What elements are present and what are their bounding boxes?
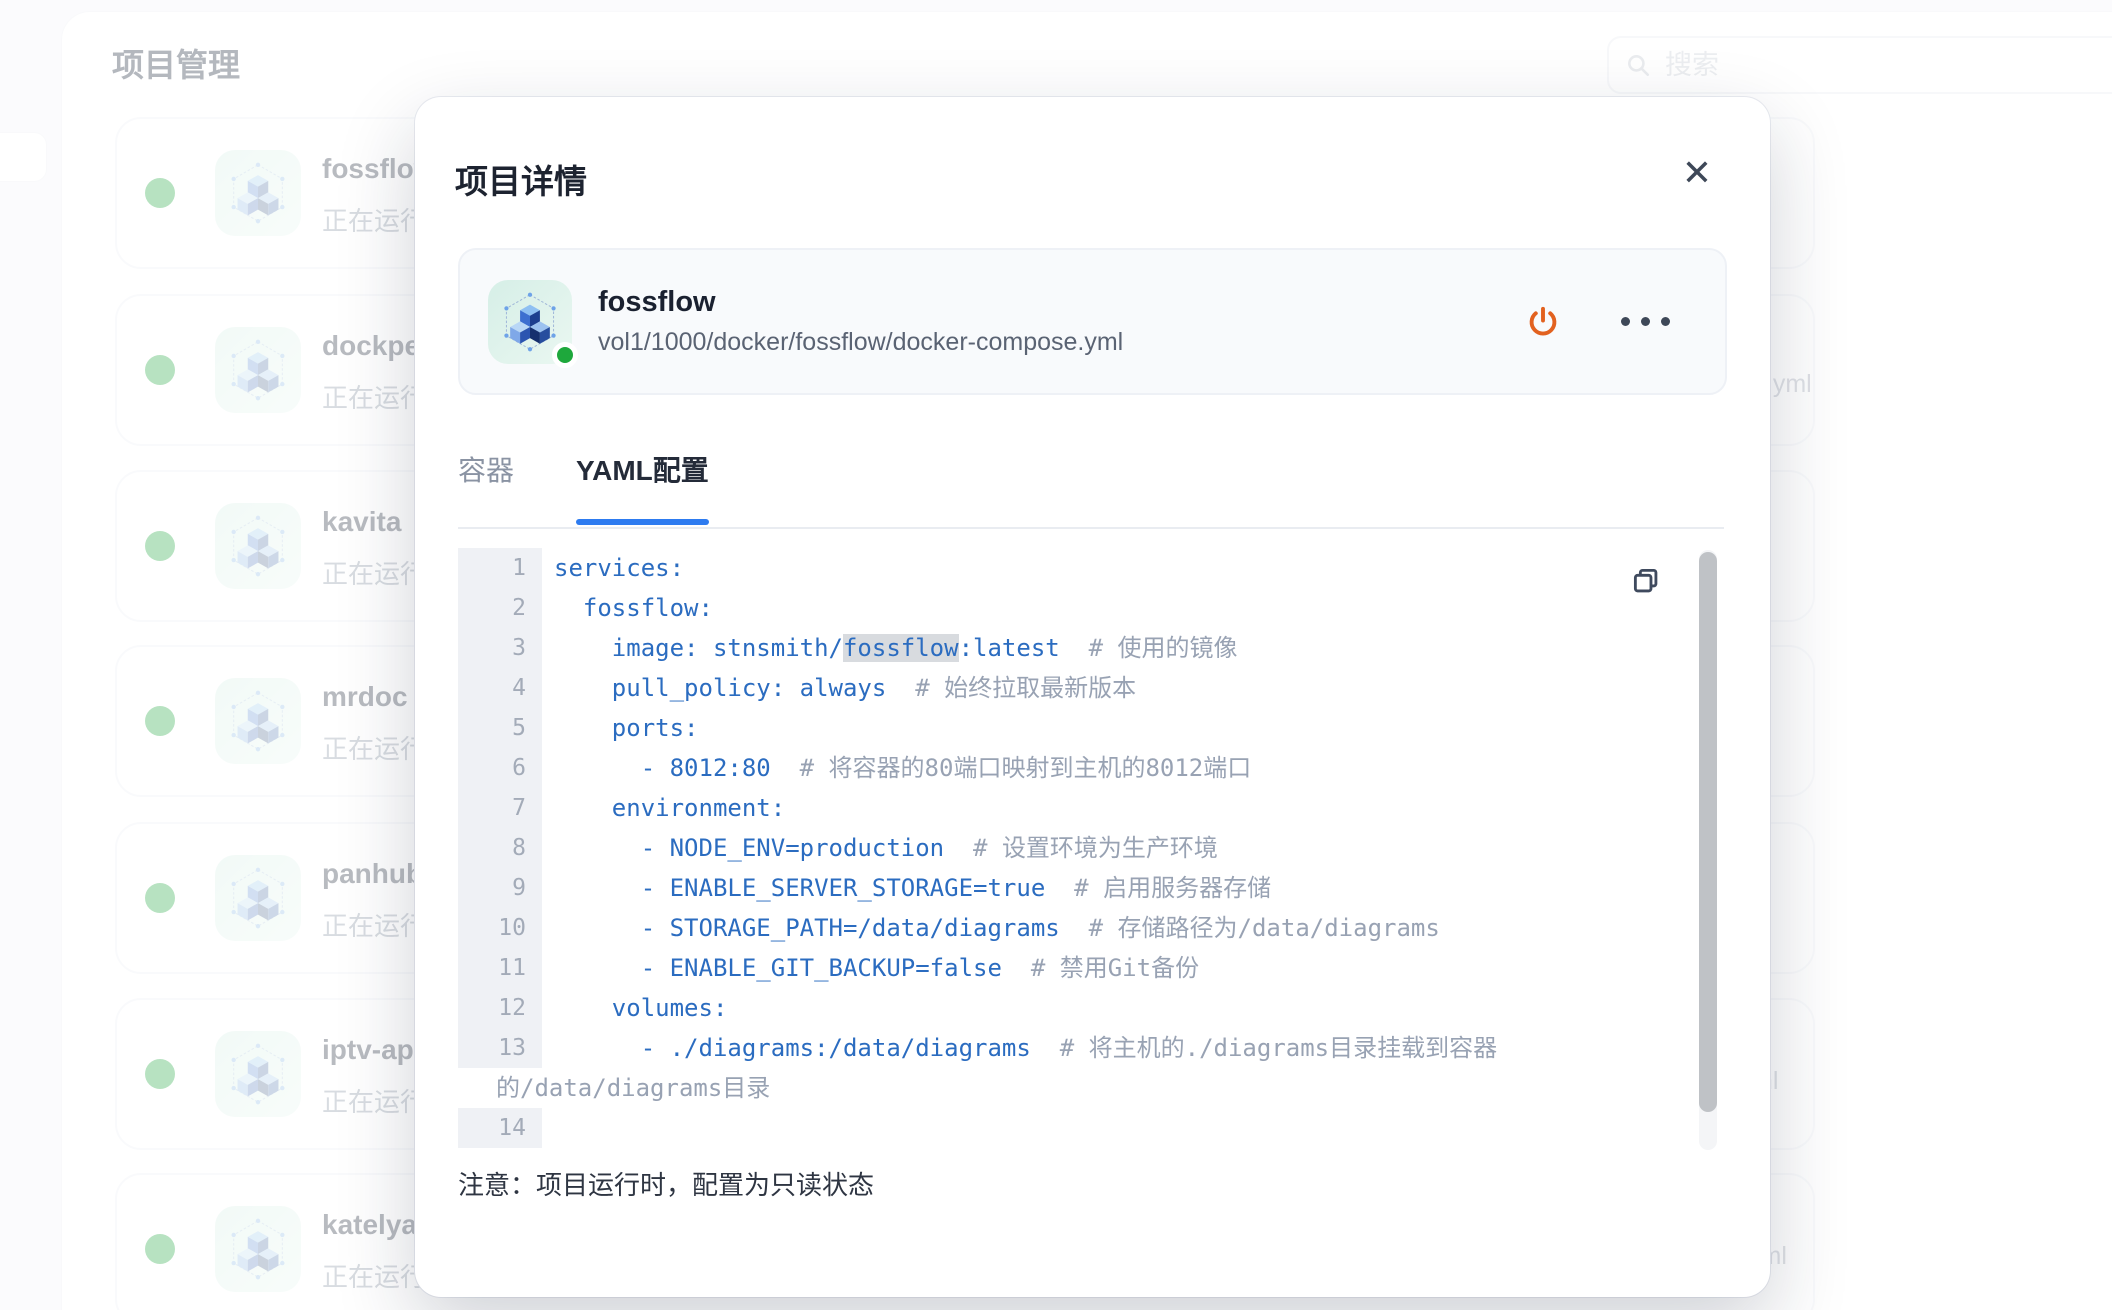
yaml-editor: 1services:2 fossflow:3 image: stnsmith/f… <box>458 548 1724 1152</box>
line-number: 12 <box>458 988 542 1028</box>
detail-tabs: 容器 YAML配置 <box>458 449 709 525</box>
more-options-button[interactable] <box>1623 300 1667 344</box>
code-line: 8 - NODE_ENV=production # 设置环境为生产环境 <box>458 828 1724 868</box>
ellipsis-icon <box>1621 317 1670 326</box>
project-app-icon <box>488 280 572 364</box>
code-line: 1services: <box>458 548 1724 588</box>
line-content: - ENABLE_GIT_BACKUP=false # 禁用Git备份 <box>542 948 1199 988</box>
line-content: environment: <box>542 788 785 828</box>
line-number: 1 <box>458 548 542 588</box>
code-line-wrap: 的/data/diagrams目录 <box>458 1068 1724 1108</box>
project-summary-card: fossflow vol1/1000/docker/fossflow/docke… <box>458 248 1727 395</box>
line-content: services: <box>542 548 684 588</box>
line-number: 4 <box>458 668 542 708</box>
code-line: 10 - STORAGE_PATH=/data/diagrams # 存储路径为… <box>458 908 1724 948</box>
app-screen: 项目管理 fossflow正在运行dockpeek正在运行kavita正在运行m… <box>0 0 2112 1310</box>
line-number: 13 <box>458 1028 542 1068</box>
line-content: - NODE_ENV=production # 设置环境为生产环境 <box>542 828 1218 868</box>
code-line: 5 ports: <box>458 708 1724 748</box>
code-line: 13 - ./diagrams:/data/diagrams # 将主机的./d… <box>458 1028 1724 1068</box>
code-line: 9 - ENABLE_SERVER_STORAGE=true # 启用服务器存储 <box>458 868 1724 908</box>
close-icon[interactable]: ✕ <box>1673 149 1721 197</box>
line-content: - ./diagrams:/data/diagrams # 将主机的./diag… <box>542 1028 1497 1068</box>
line-number: 9 <box>458 868 542 908</box>
tab-divider <box>458 527 1724 529</box>
running-status-dot <box>552 342 578 368</box>
line-content: pull_policy: always # 始终拉取最新版本 <box>542 668 1136 708</box>
line-content: - STORAGE_PATH=/data/diagrams # 存储路径为/da… <box>542 908 1440 948</box>
line-number: 11 <box>458 948 542 988</box>
copy-icon <box>1629 564 1663 598</box>
line-content: - 8012:80 # 将容器的80端口映射到主机的8012端口 <box>542 748 1251 788</box>
tab-yaml-config[interactable]: YAML配置 <box>576 449 709 525</box>
line-content: - ENABLE_SERVER_STORAGE=true # 启用服务器存储 <box>542 868 1271 908</box>
line-number: 2 <box>458 588 542 628</box>
power-button[interactable] <box>1521 300 1565 344</box>
code-line: 14 <box>458 1108 1724 1148</box>
editor-scrollbar-thumb[interactable] <box>1699 552 1717 1112</box>
line-number: 14 <box>458 1108 542 1148</box>
line-number: 8 <box>458 828 542 868</box>
power-icon <box>1525 304 1561 340</box>
code-line: 11 - ENABLE_GIT_BACKUP=false # 禁用Git备份 <box>458 948 1724 988</box>
code-line: 12 volumes: <box>458 988 1724 1028</box>
project-summary-text: fossflow vol1/1000/docker/fossflow/docke… <box>598 286 1123 357</box>
readonly-note: 注意：项目运行时，配置为只读状态 <box>458 1165 874 1202</box>
project-compose-path: vol1/1000/docker/fossflow/docker-compose… <box>598 328 1123 357</box>
line-content: image: stnsmith/fossflow:latest # 使用的镜像 <box>542 628 1238 668</box>
project-name: fossflow <box>598 286 1123 319</box>
line-content <box>542 1108 554 1148</box>
project-actions <box>1521 300 1667 344</box>
tab-containers[interactable]: 容器 <box>458 449 514 525</box>
code-line: 4 pull_policy: always # 始终拉取最新版本 <box>458 668 1724 708</box>
project-details-modal: 项目详情 ✕ fossflow vol1/1000/docker/fossflo… <box>415 97 1770 1297</box>
code-line: 7 environment: <box>458 788 1724 828</box>
code-line: 3 image: stnsmith/fossflow:latest # 使用的镜… <box>458 628 1724 668</box>
line-number: 3 <box>458 628 542 668</box>
modal-title: 项目详情 <box>455 155 587 203</box>
line-content: volumes: <box>542 988 727 1028</box>
line-number: 5 <box>458 708 542 748</box>
copy-button[interactable] <box>1626 562 1666 602</box>
line-content: fossflow: <box>542 588 713 628</box>
line-number: 7 <box>458 788 542 828</box>
code-line: 6 - 8012:80 # 将容器的80端口映射到主机的8012端口 <box>458 748 1724 788</box>
code-line: 2 fossflow: <box>458 588 1724 628</box>
line-number: 6 <box>458 748 542 788</box>
line-content: ports: <box>542 708 699 748</box>
line-number: 10 <box>458 908 542 948</box>
